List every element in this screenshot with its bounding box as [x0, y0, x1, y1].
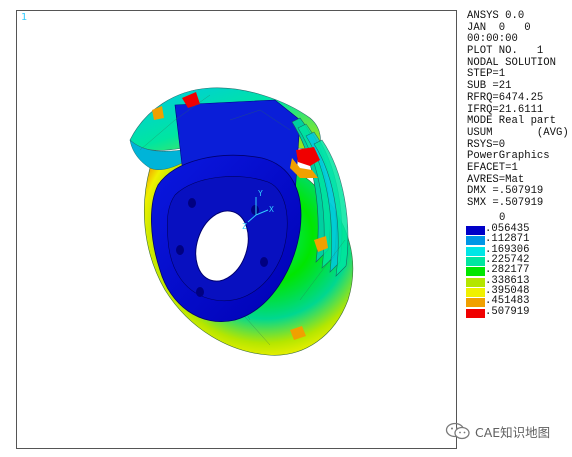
legend-swatch: [466, 308, 485, 318]
info-line: PLOT NO. 1: [467, 45, 544, 58]
legend-label: .507919: [485, 305, 530, 318]
info-line: EFACET=1: [467, 161, 518, 174]
bolt-hole-3: [260, 257, 268, 267]
watermark: CAE知识地图: [445, 422, 550, 440]
watermark-text: CAE知识地图: [475, 424, 551, 440]
wechat-icon: [445, 422, 470, 440]
info-line: RFRQ=6474.25: [467, 91, 544, 104]
bolt-hole-5: [176, 245, 184, 255]
info-line: ANSYS 0.0: [467, 10, 525, 22]
axis-z-label: Z: [242, 222, 247, 231]
axis-y-label: Y: [258, 189, 263, 198]
info-line: SMX =.507919: [467, 197, 544, 209]
bolt-hole-2: [251, 205, 259, 215]
axis-x-label: X: [269, 205, 274, 214]
hotspot-left: [152, 106, 164, 120]
plot-info-panel: ANSYS 0.0 JAN 0 0 00:00:00 PLOT NO. 1 NODAL …: [467, 10, 571, 210]
info-line: USUM (AVG): [467, 126, 569, 139]
legend-row: .507919: [466, 305, 572, 318]
bolt-hole-4: [196, 287, 204, 297]
bolt-hole-1: [188, 198, 196, 208]
